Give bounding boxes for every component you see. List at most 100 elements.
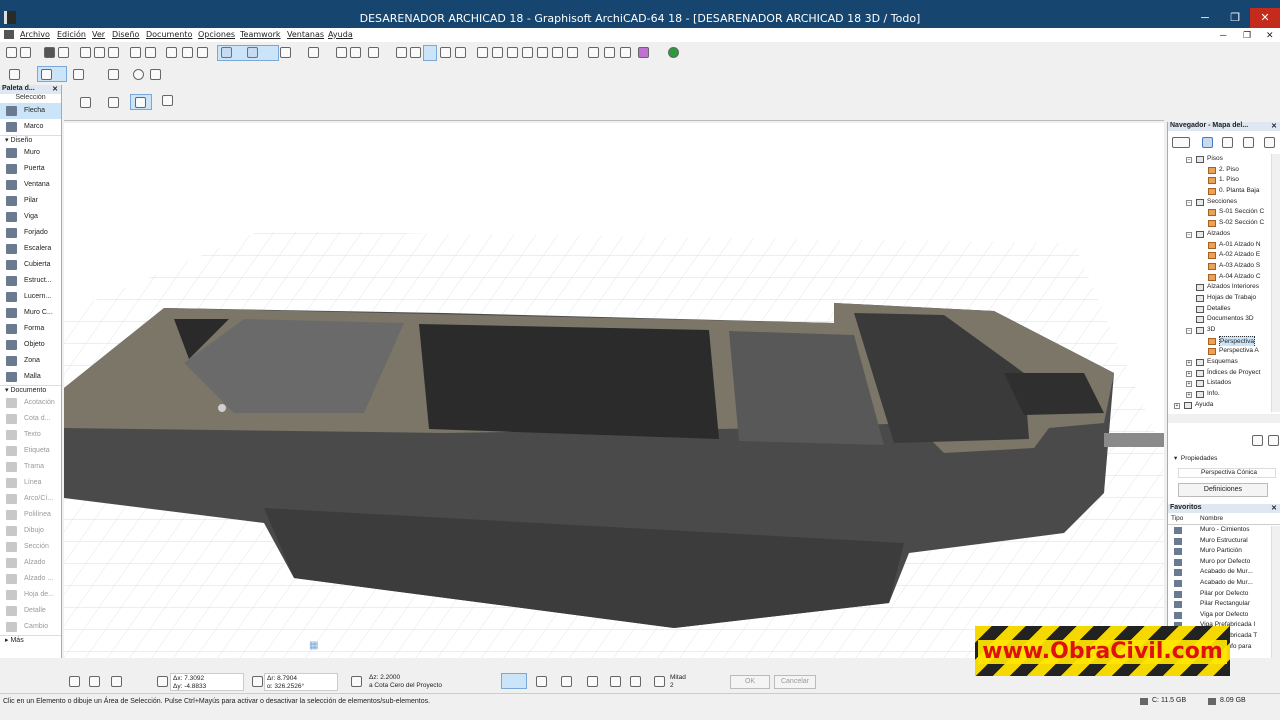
menu-ventanas[interactable]: Ventanas: [287, 30, 324, 39]
section-documento[interactable]: ▾ Documento: [0, 385, 61, 395]
rotated-marquee-icon[interactable]: [135, 97, 146, 108]
parallel-icon[interactable]: [111, 676, 122, 687]
publisher-icon[interactable]: [1264, 137, 1275, 148]
guide-lines-icon[interactable]: [221, 47, 232, 58]
section-mas[interactable]: ▸ Más: [0, 635, 61, 645]
favorite-item[interactable]: Viga por Defecto: [1168, 610, 1280, 621]
align-left-icon[interactable]: [492, 47, 503, 58]
floor-level-icon[interactable]: [108, 69, 119, 80]
menu-ayuda[interactable]: Ayuda: [328, 30, 353, 39]
tree-item[interactable]: A-02 Alzado E: [1168, 250, 1271, 261]
expand-icon[interactable]: +: [1186, 381, 1192, 388]
cut-icon[interactable]: [80, 47, 91, 58]
tool-forma[interactable]: Forma: [0, 321, 61, 337]
minimize-button[interactable]: ─: [1190, 8, 1220, 28]
snap-cross-icon[interactable]: [69, 676, 80, 687]
tree-item[interactable]: A-03 Alzado S: [1168, 261, 1271, 272]
tool-cambio[interactable]: Cambio: [0, 619, 61, 635]
navigator-close-icon[interactable]: ✕: [1271, 122, 1277, 130]
tool-cota[interactable]: Cota d...: [0, 411, 61, 427]
tool-estructura[interactable]: Estruct...: [0, 273, 61, 289]
tool-acotacion[interactable]: Acotación: [0, 395, 61, 411]
tree-item[interactable]: S-02 Sección C: [1168, 218, 1271, 229]
pick-up-icon[interactable]: [182, 47, 193, 58]
collapse-icon[interactable]: −: [1186, 231, 1192, 238]
redo-icon[interactable]: [145, 47, 156, 58]
tool-alzado[interactable]: Alzado: [0, 555, 61, 571]
split-icon[interactable]: [350, 47, 361, 58]
gravity-icon[interactable]: [280, 47, 291, 58]
tree-item[interactable]: − Pisos: [1168, 154, 1271, 165]
tool-cubierta[interactable]: Cubierta: [0, 257, 61, 273]
show-selection-toggle[interactable]: [423, 45, 437, 61]
col-tipo[interactable]: Tipo: [1171, 515, 1183, 522]
new-file-icon[interactable]: [6, 47, 17, 58]
menu-ver[interactable]: Ver: [92, 30, 105, 39]
tool-trama[interactable]: Trama: [0, 459, 61, 475]
document-icon[interactable]: [4, 30, 14, 39]
magnify-snap-icon[interactable]: [630, 676, 641, 687]
tool-escalera[interactable]: Escalera: [0, 241, 61, 257]
tool-texto[interactable]: Texto: [0, 427, 61, 443]
definiciones-button[interactable]: Definiciones: [1178, 483, 1268, 497]
tool-ventana[interactable]: Ventana: [0, 177, 61, 193]
tool-forjado[interactable]: Forjado: [0, 225, 61, 241]
tool-seccion[interactable]: Sección: [0, 539, 61, 555]
open-file-icon[interactable]: [20, 47, 31, 58]
mitad-control[interactable]: Mitad 2: [670, 674, 686, 690]
collapse-icon[interactable]: −: [1186, 328, 1192, 334]
polar-box[interactable]: Δr: 8.7904 α: 326.2526°: [264, 673, 338, 691]
tree-item[interactable]: 0. Planta Baja: [1168, 186, 1271, 197]
tree-item[interactable]: S-01 Sección C: [1168, 207, 1271, 218]
tool-pilar[interactable]: Pilar: [0, 193, 61, 209]
tool-etiqueta[interactable]: Etiqueta: [0, 443, 61, 459]
menu-documento[interactable]: Documento: [146, 30, 192, 39]
trim-icon[interactable]: [336, 47, 347, 58]
favorite-item[interactable]: Acabado de Mur...: [1168, 567, 1280, 578]
tool-detalle[interactable]: Detalle: [0, 603, 61, 619]
rotate-icon[interactable]: [567, 47, 578, 58]
menu-teamwork[interactable]: Teamwork: [240, 30, 281, 39]
navigator-h-scrollbar[interactable]: [1168, 414, 1280, 423]
tool-puerta[interactable]: Puerta: [0, 161, 61, 177]
division-snap-icon[interactable]: [654, 676, 665, 687]
snap-mode-toggle[interactable]: [501, 673, 527, 689]
favorite-item[interactable]: Pilar Rectangular: [1168, 599, 1280, 610]
cancelar-button[interactable]: Cancelar: [774, 675, 816, 689]
bimx-icon[interactable]: [668, 47, 679, 58]
layers-icon[interactable]: [588, 47, 599, 58]
tool-polilinea[interactable]: Polilínea: [0, 507, 61, 523]
tree-item[interactable]: + Ayuda: [1168, 400, 1271, 411]
project-map-icon[interactable]: [1202, 137, 1213, 148]
relative-construct-icon[interactable]: [89, 676, 100, 687]
tool-dibujo[interactable]: Dibujo: [0, 523, 61, 539]
3d-model-render[interactable]: ▦: [64, 123, 1164, 658]
group-icon[interactable]: [368, 47, 379, 58]
tree-item[interactable]: A-01 Alzado N: [1168, 240, 1271, 251]
tool-lucernario[interactable]: Lucern...: [0, 289, 61, 305]
menu-edicion[interactable]: Edición: [57, 30, 86, 39]
maximize-button[interactable]: ❐: [1220, 8, 1250, 28]
special-snap-icon[interactable]: [587, 676, 598, 687]
tree-item[interactable]: + Info.: [1168, 389, 1271, 400]
suspend-groups-icon[interactable]: [396, 47, 407, 58]
walk-icon[interactable]: [150, 69, 161, 80]
tree-item[interactable]: − Alzados: [1168, 229, 1271, 240]
favorite-item[interactable]: Acabado de Mur...: [1168, 578, 1280, 589]
palette-close-icon[interactable]: ✕: [52, 85, 58, 93]
favorite-item[interactable]: Muro por Defecto: [1168, 557, 1280, 568]
cross-icon[interactable]: [455, 47, 466, 58]
distribute-icon[interactable]: [537, 47, 548, 58]
mdi-minimize-button[interactable]: ─: [1220, 30, 1226, 40]
model-view-icon[interactable]: [604, 47, 615, 58]
tool-malla[interactable]: Malla: [0, 369, 61, 385]
floor-plan-view-icon[interactable]: [9, 69, 20, 80]
3d-viewport[interactable]: ▦: [64, 123, 1164, 658]
tree-item[interactable]: 1. Piso: [1168, 175, 1271, 186]
layout-book-icon[interactable]: [1243, 137, 1254, 148]
tree-item[interactable]: + Índices de Proyect: [1168, 368, 1271, 379]
grid-snap-toggle-icon[interactable]: [610, 676, 621, 687]
tool-linea[interactable]: Línea: [0, 475, 61, 491]
tree-item[interactable]: Hojas de Trabajo: [1168, 293, 1271, 304]
align-center-icon[interactable]: [522, 47, 533, 58]
